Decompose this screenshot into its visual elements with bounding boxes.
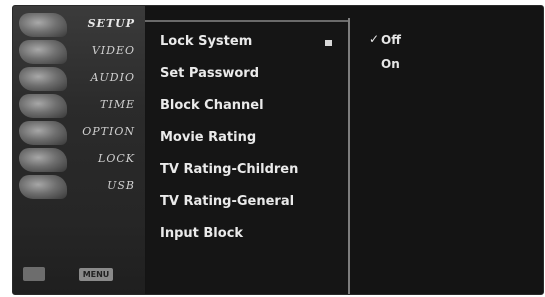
move-icon <box>23 267 45 281</box>
lock-system-options: ✓ Off On <box>351 24 541 294</box>
top-divider <box>145 20 349 22</box>
menu-item-label: Input Block <box>160 226 244 241</box>
sidebar-item-time[interactable]: TIME <box>13 91 145 121</box>
sidebar-item-lock[interactable]: LOCK <box>13 145 145 175</box>
menu-item-tv-rating-general[interactable]: TV Rating-General <box>160 190 350 214</box>
menu-item-block-channel[interactable]: Block Channel <box>160 94 350 118</box>
sidebar-item-setup[interactable]: SETUP <box>13 10 145 40</box>
audio-icon <box>19 67 67 91</box>
tv-menu-screen: SETUP VIDEO AUDIO TIME OPTION LOCK USB M… <box>12 5 544 295</box>
lock-icon <box>19 148 67 172</box>
time-icon <box>19 94 67 118</box>
menu-item-label: Block Channel <box>160 98 264 113</box>
sidebar-item-audio[interactable]: AUDIO <box>13 64 145 94</box>
sidebar-item-label: VIDEO <box>91 44 135 57</box>
sidebar-item-label: AUDIO <box>90 71 135 84</box>
menu-item-label: Set Password <box>160 66 260 81</box>
menu-item-movie-rating[interactable]: Movie Rating <box>160 126 350 150</box>
menu-item-label: Movie Rating <box>160 130 257 145</box>
menu-item-lock-system[interactable]: Lock System <box>160 30 350 54</box>
selected-indicator-icon <box>325 40 332 46</box>
sidebar-item-label: SETUP <box>87 17 135 30</box>
check-icon: ✓ <box>369 32 380 46</box>
menu-item-input-block[interactable]: Input Block <box>160 222 350 246</box>
sidebar-item-usb[interactable]: USB <box>13 172 145 202</box>
sidebar-item-option[interactable]: OPTION <box>13 118 145 148</box>
lock-menu: Lock System Set Password Block Channel M… <box>146 24 350 294</box>
menu-key-button[interactable]: MENU <box>79 268 113 281</box>
menu-item-tv-rating-children[interactable]: TV Rating-Children <box>160 158 350 182</box>
panel-divider <box>348 18 350 294</box>
menu-item-label: TV Rating-General <box>160 194 295 209</box>
category-sidebar: SETUP VIDEO AUDIO TIME OPTION LOCK USB M… <box>13 6 145 294</box>
menu-item-label: TV Rating-Children <box>160 162 299 177</box>
sidebar-item-label: OPTION <box>82 125 135 138</box>
usb-icon <box>19 175 67 199</box>
option-icon <box>19 121 67 145</box>
sidebar-item-label: TIME <box>100 98 135 111</box>
sidebar-footer: MENU <box>19 264 139 286</box>
option-off[interactable]: Off <box>381 30 401 50</box>
sidebar-item-label: USB <box>107 179 135 192</box>
option-label: On <box>381 57 400 71</box>
option-label: Off <box>381 33 401 47</box>
video-icon <box>19 40 67 64</box>
sidebar-item-label: LOCK <box>98 152 135 165</box>
sidebar-item-video[interactable]: VIDEO <box>13 37 145 67</box>
menu-item-label: Lock System <box>160 34 253 49</box>
option-on[interactable]: On <box>381 54 400 74</box>
setup-icon <box>19 13 67 37</box>
menu-item-set-password[interactable]: Set Password <box>160 62 350 86</box>
